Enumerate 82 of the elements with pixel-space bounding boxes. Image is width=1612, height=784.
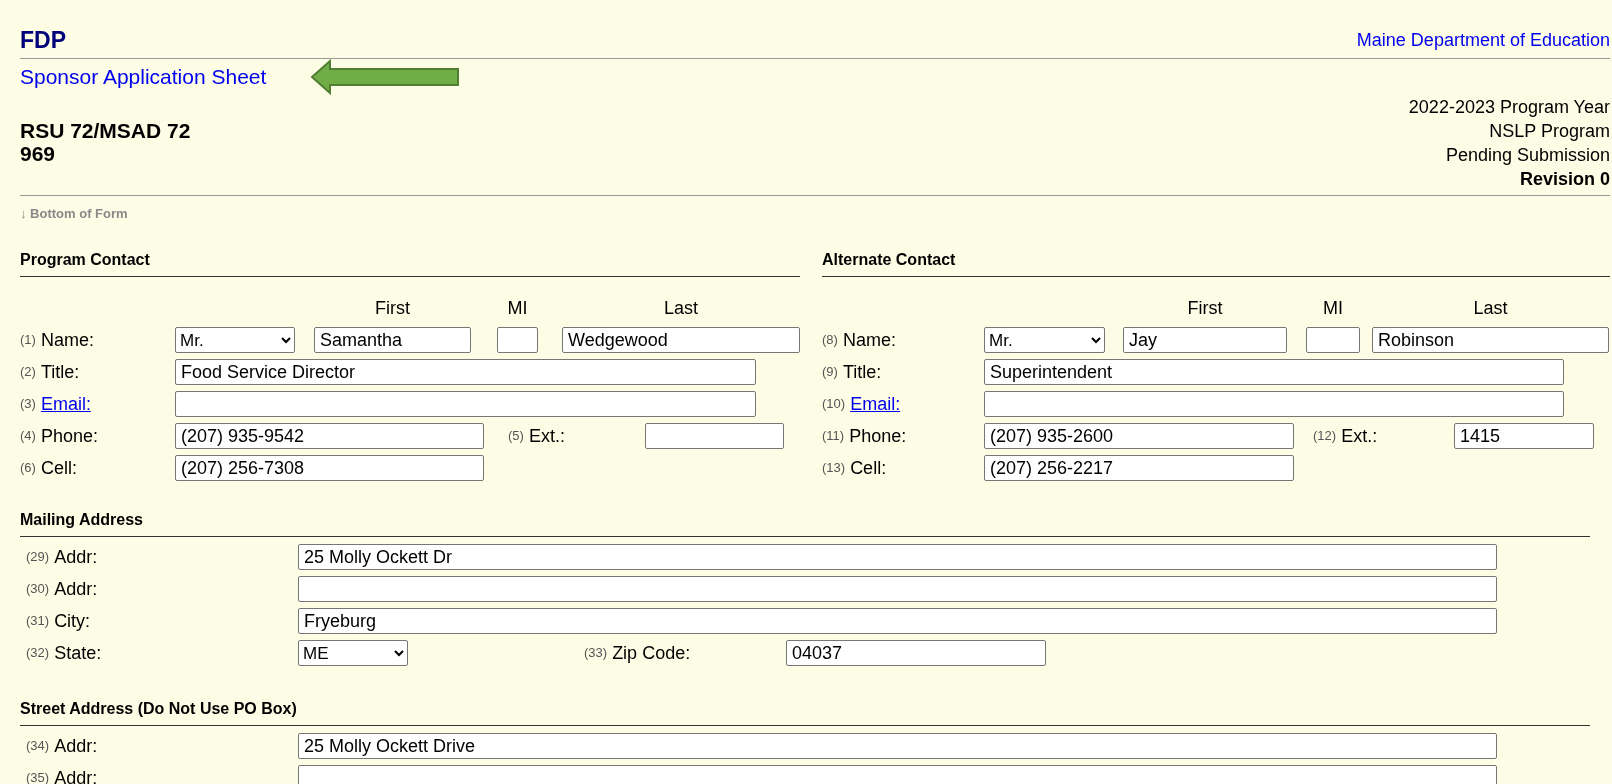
field-number: (9): [822, 363, 838, 382]
field-number: (2): [20, 363, 36, 382]
phone-field[interactable]: (207) 935-9542: [175, 423, 484, 449]
status-text: Revision 0: [1518, 168, 1610, 191]
field-label: Addr:: [54, 766, 98, 784]
address-field[interactable]: 25 Molly Ockett Dr: [298, 544, 1497, 570]
field-number: (11): [822, 427, 845, 446]
field-number: (4): [20, 427, 36, 446]
first-name-field[interactable]: Samantha: [314, 327, 471, 353]
phone-field[interactable]: (207) 935-2600: [984, 423, 1294, 449]
status-text: Pending Submission: [1444, 144, 1610, 167]
section-heading: Alternate Contact: [822, 248, 1610, 277]
address-field[interactable]: Fryeburg: [298, 608, 1497, 634]
field-label: Zip Code:: [612, 641, 691, 665]
last-name-field[interactable]: Robinson: [1372, 327, 1609, 353]
field-number: (8): [822, 331, 838, 350]
field-number: (1): [20, 331, 36, 350]
extension-field[interactable]: [645, 423, 784, 449]
arrow-icon: [310, 59, 461, 95]
field-label: Phone:: [849, 424, 907, 448]
field-number: (10): [822, 395, 846, 414]
field-label: Cell:: [40, 456, 77, 480]
field-label: Title:: [842, 360, 882, 384]
column-label: First: [374, 296, 411, 320]
field-label: Cell:: [850, 456, 887, 480]
field-label: Addr:: [54, 734, 98, 758]
field-number: (12): [1313, 427, 1337, 446]
field-label: Name:: [842, 328, 896, 352]
column-label: Last: [663, 296, 699, 320]
field-number: (32): [26, 644, 50, 663]
middle-initial-field[interactable]: [497, 327, 538, 353]
status-text: 2022-2023 Program Year: [1408, 96, 1610, 119]
field-number: (6): [20, 459, 36, 478]
salutation-select[interactable]: Mr.: [175, 327, 295, 353]
column-label: MI: [506, 296, 529, 320]
field-number: (34): [26, 737, 50, 756]
sponsor-name: RSU 72/MSAD 72: [20, 119, 191, 142]
field-number: (30): [26, 580, 50, 599]
column-label: First: [1186, 296, 1224, 320]
email-link[interactable]: Email:: [40, 390, 91, 418]
field-label: Addr:: [54, 545, 98, 569]
cell-field[interactable]: (207) 256-7308: [175, 455, 484, 481]
middle-initial-field[interactable]: [1306, 327, 1360, 353]
cell-field[interactable]: (207) 256-2217: [984, 455, 1294, 481]
agency-name: Maine Department of Education: [1356, 29, 1610, 52]
email-field[interactable]: [175, 391, 756, 417]
column-label: MI: [1322, 296, 1344, 320]
title-field[interactable]: Food Service Director: [175, 359, 756, 385]
address-field[interactable]: [298, 576, 1497, 602]
sponsor-number: 969: [20, 142, 57, 165]
field-label: Phone:: [40, 424, 98, 448]
first-name-field[interactable]: Jay: [1123, 327, 1287, 353]
status-text: NSLP Program: [1488, 120, 1610, 143]
zip-code-field[interactable]: 04037: [786, 640, 1046, 666]
field-number: (31): [26, 612, 50, 631]
field-number: (33): [584, 644, 608, 663]
field-label: Ext.:: [528, 424, 565, 448]
column-label: Last: [1472, 296, 1509, 320]
title-field[interactable]: Superintendent: [984, 359, 1564, 385]
field-label: Addr:: [54, 577, 98, 601]
address-field[interactable]: 25 Molly Ockett Drive: [298, 733, 1497, 759]
email-field[interactable]: [984, 391, 1564, 417]
page-title: Sponsor Application Sheet: [20, 64, 267, 90]
state-select[interactable]: ME: [298, 640, 408, 666]
field-label: State:: [54, 641, 102, 665]
address-field[interactable]: [298, 765, 1497, 784]
section-heading: Mailing Address: [20, 508, 1590, 537]
extension-field[interactable]: 1415: [1454, 423, 1594, 449]
app-title: FDP: [20, 26, 66, 54]
field-number: (13): [822, 459, 846, 478]
section-heading: Program Contact: [20, 248, 800, 277]
field-label: Title:: [40, 360, 80, 384]
field-number: (29): [26, 548, 50, 567]
field-label: Name:: [40, 328, 94, 352]
last-name-field[interactable]: Wedgewood: [562, 327, 800, 353]
field-number: (5): [508, 427, 524, 446]
field-label: City:: [54, 609, 91, 633]
email-link[interactable]: Email:: [850, 390, 901, 418]
field-label: Ext.:: [1341, 424, 1378, 448]
section-heading: Street Address (Do Not Use PO Box): [20, 697, 1590, 726]
field-number: (3): [20, 395, 36, 414]
salutation-select[interactable]: Mr.: [984, 327, 1105, 353]
